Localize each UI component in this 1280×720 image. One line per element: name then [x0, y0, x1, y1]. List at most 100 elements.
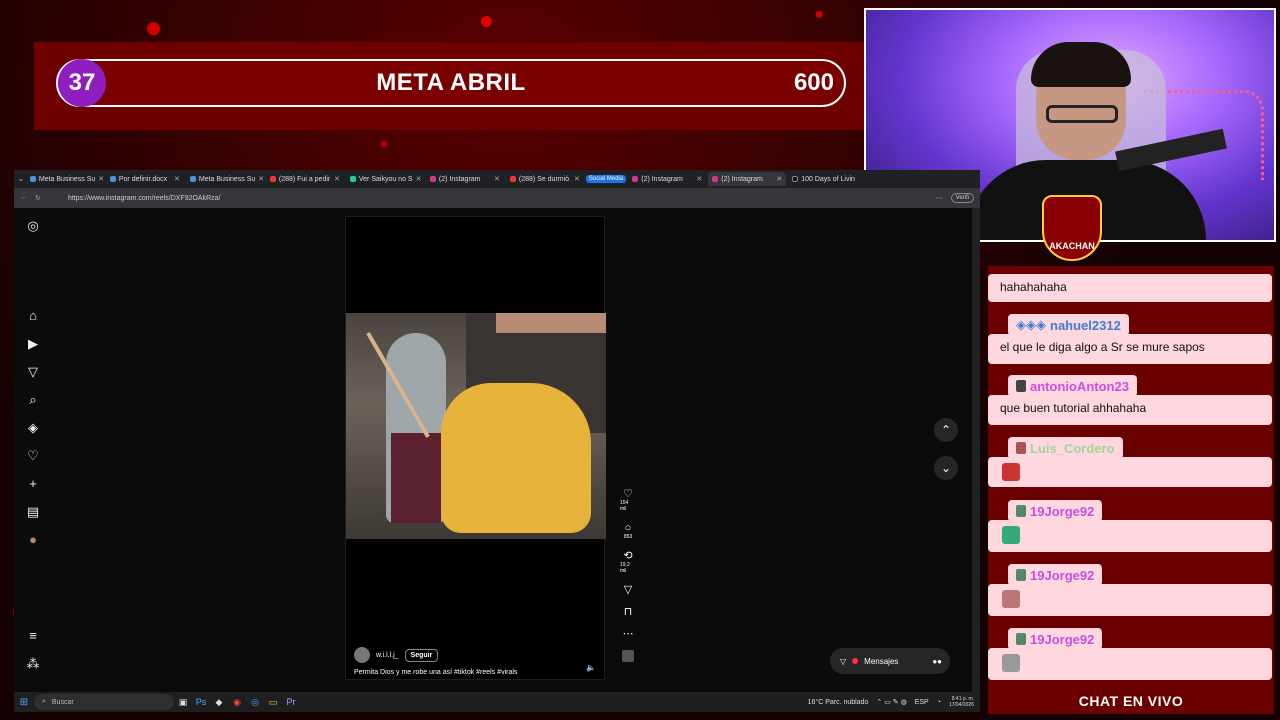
chat-footer-title: CHAT EN VIVO [988, 688, 1274, 714]
repost-action[interactable]: ⟲ 19,2 mil [620, 550, 636, 574]
browser-tab[interactable]: Ver Saikyou no S ✕ [346, 172, 424, 186]
search-icon[interactable]: ⌕ [25, 392, 41, 408]
browser-tab[interactable]: 100 Days of Livin [788, 172, 866, 186]
previous-reel-button[interactable]: ⌃ [934, 418, 958, 442]
close-icon[interactable]: ✕ [174, 175, 180, 183]
profile-avatar-icon[interactable]: ● [25, 532, 41, 548]
reel-author: w.i.l.l.j_ Seguir [354, 647, 594, 663]
edge-icon[interactable]: ◎ [246, 697, 264, 708]
like-action[interactable]: ♡ 154 mil [620, 488, 636, 512]
explorer-icon[interactable]: ▭ [264, 697, 282, 708]
home-icon[interactable]: ⌂ [25, 308, 41, 324]
menu-icon[interactable]: ≡ [25, 628, 41, 644]
taskbar-search[interactable]: ⌕ Buscar [34, 694, 174, 710]
clock-date: 17/04/2026 [948, 702, 974, 708]
next-reel-button[interactable]: ⌄ [934, 456, 958, 480]
comment-action[interactable]: ○ 853 [624, 522, 632, 540]
goal-start-count: 37 [58, 59, 106, 107]
tab-label: (288) Fui a pedir [278, 175, 331, 183]
tab-menu-icon[interactable]: ⌄ [18, 175, 24, 183]
audio-thumbnail-icon[interactable] [622, 650, 634, 662]
explore-icon[interactable]: ◈ [25, 420, 41, 436]
reel-video[interactable] [346, 313, 606, 539]
browser-tab[interactable]: Meta Business Su ✕ [26, 172, 104, 186]
apps-icon[interactable]: ⁂ [25, 656, 41, 672]
premiere-icon[interactable]: Pr [282, 697, 300, 707]
username[interactable]: w.i.l.l.j_ [376, 652, 399, 659]
emote-icon [1002, 654, 1020, 672]
audio-action[interactable] [622, 650, 634, 662]
browser-tab[interactable]: (2) Instagram ✕ [426, 172, 504, 186]
heart-icon[interactable]: ♡ [623, 488, 633, 500]
browser-tab[interactable]: (2) Instagram ✕ [628, 172, 706, 186]
browser-tab[interactable]: (288) Fui a pedir ✕ [266, 172, 344, 186]
share-icon[interactable]: ▽ [624, 584, 632, 596]
windows-start-icon[interactable]: ⊞ [14, 697, 34, 708]
like-count: 154 mil [620, 500, 629, 512]
goal-bar: 37 META ABRIL 600 [56, 59, 846, 107]
close-icon[interactable]: ✕ [258, 175, 264, 183]
browser-tab[interactable]: Meta Business Su ✕ [186, 172, 264, 186]
tab-label: (288) Se durmió [518, 175, 570, 183]
tab-group-label[interactable]: Social Media [585, 175, 627, 183]
chat-username-tag: Luis_Cordero [1008, 437, 1123, 459]
app-icon[interactable]: ◆ [210, 697, 228, 708]
share-action[interactable]: ▽ [624, 584, 632, 596]
close-icon[interactable]: ✕ [494, 175, 500, 183]
profile-button[interactable]: Verifi [950, 193, 974, 203]
language-indicator[interactable]: ESP [915, 699, 929, 706]
close-icon[interactable]: ✕ [696, 175, 702, 183]
chat-text: el que le diga algo a Sr se mure sapos [1000, 340, 1205, 354]
photoshop-icon[interactable]: Ps [192, 697, 210, 707]
tattooed-arm [496, 313, 606, 333]
close-icon[interactable]: ✕ [334, 175, 340, 183]
reel-info: w.i.l.l.j_ Seguir Permita Dios y me robe… [354, 647, 594, 676]
repost-icon[interactable]: ⟲ [623, 550, 632, 562]
comment-icon[interactable]: ○ [625, 522, 632, 534]
save-action[interactable]: ⊓ [624, 606, 633, 618]
messages-button[interactable]: ▽ Mensajes ●● [830, 648, 950, 674]
browser-tab-active[interactable]: (2) Instagram ✕ [708, 172, 787, 186]
tab-label: Meta Business Su [198, 175, 256, 183]
back-icon[interactable]: ← [20, 194, 27, 202]
instagram-logo-icon[interactable]: ◎ [25, 218, 41, 234]
more-action[interactable]: ⋯ [623, 628, 634, 640]
more-icon[interactable]: ⋯ [623, 628, 634, 640]
weather-widget[interactable]: 16°C Parc. nublado [808, 699, 869, 706]
dashboard-icon[interactable]: ▤ [25, 504, 41, 520]
reel-player[interactable]: w.i.l.l.j_ Seguir Permita Dios y me robe… [345, 216, 606, 680]
close-icon[interactable]: ✕ [98, 175, 104, 183]
tab-favicon-icon [712, 176, 719, 182]
reels-icon[interactable]: ▶ [25, 336, 41, 352]
browser-tab[interactable]: Por definir.docx ✕ [106, 172, 184, 186]
task-view-icon[interactable]: ▣ [174, 697, 192, 708]
clock[interactable]: 8:41 p. m. 17/04/2026 [949, 696, 974, 708]
mute-icon[interactable]: 🔈 [586, 663, 596, 672]
avatar[interactable] [354, 647, 370, 663]
obs-icon[interactable]: ◉ [228, 697, 246, 708]
tab-favicon-icon [269, 176, 276, 182]
browser-tab[interactable]: (288) Se durmió ✕ [506, 172, 584, 186]
close-icon[interactable]: ✕ [574, 175, 580, 183]
tab-label: Ver Saikyou no S [358, 175, 413, 183]
follow-button[interactable]: Seguir [404, 648, 439, 662]
goal-target: 600 [793, 69, 834, 96]
create-icon[interactable]: + [25, 476, 41, 492]
wifi-icon[interactable]: ◔ [937, 699, 941, 706]
close-icon[interactable]: ✕ [416, 175, 422, 183]
bookmark-icon[interactable]: ⊓ [624, 606, 633, 618]
scrollbar[interactable] [972, 208, 980, 692]
extensions-icon[interactable]: ⋯ [936, 194, 943, 202]
direct-icon[interactable]: ▽ [25, 364, 41, 380]
close-icon[interactable]: ✕ [776, 175, 782, 183]
tab-strip: ⌄ Meta Business Su ✕ Por definir.docx ✕ Me… [14, 170, 980, 188]
notifications-icon[interactable]: ♡ [25, 448, 41, 464]
url-field[interactable]: https://www.instagram.com/reels/DXF92OAk… [64, 195, 936, 202]
reload-icon[interactable]: ↻ [35, 194, 41, 202]
windows-taskbar: ⊞ ⌕ Buscar ▣ Ps ◆ ◉ ◎ ▭ Pr 16°C Parc. nu… [14, 692, 980, 712]
tab-label: (2) Instagram [641, 175, 683, 183]
chevron-down-icon: ⌄ [940, 461, 952, 475]
tab-label: Por definir.docx [118, 175, 168, 183]
tray-icons[interactable]: ⌃ ▭ ✎ ◍ [876, 698, 906, 706]
person-pants [391, 433, 441, 523]
